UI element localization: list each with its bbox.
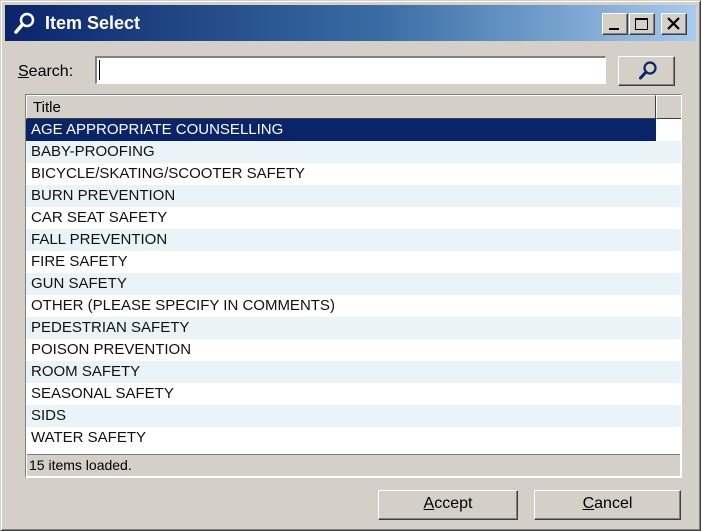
status-bar: 15 items loaded. [27, 454, 680, 476]
list-item[interactable]: GUN SAFETY [26, 273, 681, 295]
text-caret [99, 60, 100, 80]
column-header-title[interactable]: Title [26, 95, 656, 119]
list-item[interactable]: SIDS [26, 405, 681, 427]
search-label-accel: S [18, 63, 29, 80]
search-icon [639, 61, 657, 80]
close-icon [667, 17, 680, 30]
search-label-text: earch: [28, 63, 74, 80]
column-header-filler [656, 95, 681, 119]
list-item[interactable]: BICYCLE/SKATING/SCOOTER SAFETY [26, 163, 681, 185]
title-bar[interactable]: Item Select [5, 5, 696, 41]
search-icon [14, 12, 35, 34]
cancel-label: ancel [594, 495, 633, 512]
accept-button[interactable]: Accept [378, 490, 518, 520]
search-button[interactable] [618, 56, 675, 86]
list-item[interactable]: BURN PREVENTION [26, 185, 681, 207]
window-title: Item Select [45, 13, 141, 33]
list-item[interactable]: OTHER (PLEASE SPECIFY IN COMMENTS) [26, 295, 681, 317]
item-select-dialog: Item Select Search: Title AGE APPROPRIAT… [0, 0, 701, 531]
list-item[interactable]: WATER SAFETY [26, 427, 681, 449]
item-list[interactable]: Title AGE APPROPRIATE COUNSELLING BABY-PR… [25, 94, 682, 478]
list-item[interactable]: ROOM SAFETY [26, 361, 681, 383]
maximize-icon [635, 18, 648, 30]
search-input[interactable] [95, 56, 606, 84]
maximize-button[interactable] [629, 13, 655, 35]
list-item[interactable]: BABY-PROOFING [26, 141, 681, 163]
cancel-accel: C [582, 495, 595, 512]
list-item[interactable]: CAR SEAT SAFETY [26, 207, 681, 229]
list-item[interactable]: AGE APPROPRIATE COUNSELLING [26, 119, 656, 141]
list-rows: AGE APPROPRIATE COUNSELLING BABY-PROOFING… [26, 119, 681, 449]
list-item[interactable]: PEDESTRIAN SAFETY [26, 317, 681, 339]
cancel-button[interactable]: Cancel [534, 490, 681, 520]
minimize-icon [609, 28, 619, 30]
list-item[interactable]: SEASONAL SAFETY [26, 383, 681, 405]
list-item[interactable]: FALL PREVENTION [26, 229, 681, 251]
close-button[interactable] [661, 13, 687, 35]
accept-accel: A [423, 495, 435, 512]
accept-label: ccept [434, 495, 473, 512]
search-label: Search: [18, 63, 73, 81]
column-header-label: Title [33, 99, 61, 116]
list-item[interactable]: FIRE SAFETY [26, 251, 681, 273]
list-item[interactable]: POISON PREVENTION [26, 339, 681, 361]
minimize-button[interactable] [602, 13, 628, 35]
